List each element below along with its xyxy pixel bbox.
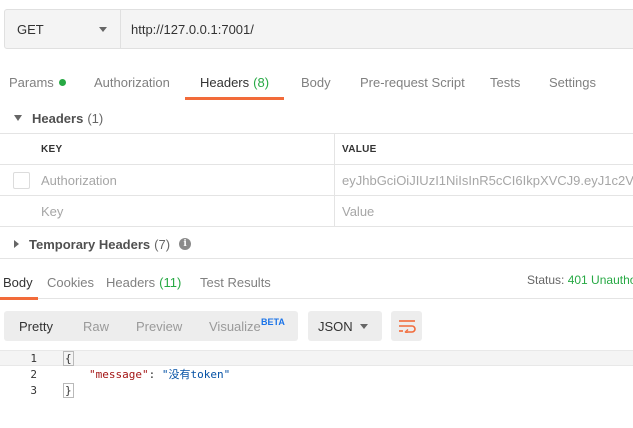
method-label: GET [17, 21, 44, 37]
key-column-header: KEY [33, 134, 335, 164]
status-badge: 401 Unautho [567, 273, 633, 287]
response-tab-cookies-label: Cookies [47, 275, 94, 290]
new-value-placeholder: Value [342, 203, 375, 219]
response-tab-headers-count: (11) [159, 275, 182, 290]
params-active-dot-icon [58, 78, 66, 86]
request-tabs: Params Authorization Headers (8) Body Pr… [0, 64, 633, 100]
code-line: 1 { [0, 350, 633, 366]
wrap-lines-button[interactable] [391, 311, 422, 341]
value-column-header: VALUE [335, 134, 633, 164]
new-key-placeholder: Key [41, 203, 64, 219]
response-tab-body[interactable]: Body [0, 266, 38, 300]
pretty-button[interactable]: Pretty [19, 319, 53, 334]
tab-headers-count: (8) [253, 74, 270, 90]
response-tab-test-results[interactable]: Test Results [200, 266, 271, 299]
response-tab-cookies[interactable]: Cookies [47, 266, 94, 299]
line-number: 3 [30, 383, 37, 397]
header-key-text: Authorization [41, 172, 117, 188]
json-value: "没有token" [161, 368, 231, 381]
key-column-label: KEY [41, 143, 63, 155]
beta-badge: BETA [261, 317, 285, 327]
preview-button[interactable]: Preview [136, 319, 182, 334]
code-text: { [37, 350, 74, 366]
tab-settings[interactable]: Settings [549, 64, 596, 100]
json-colon: : [148, 368, 162, 381]
tab-tests[interactable]: Tests [490, 64, 520, 100]
table-row: Authorization eyJhbGciOiJIUzI1NiIsInR5cC… [0, 165, 633, 196]
caret-right-icon [14, 240, 19, 248]
tab-authorization-label: Authorization [94, 74, 170, 90]
chevron-down-icon [99, 26, 107, 32]
line-number: 2 [30, 367, 37, 381]
response-tab-body-label: Body [3, 275, 33, 290]
response-status: Status: 401 Unautho [527, 273, 633, 287]
url-text: http://127.0.0.1:7001/ [131, 21, 254, 37]
wrap-lines-icon [398, 320, 416, 333]
json-key: "message" [89, 368, 149, 381]
open-brace: { [63, 350, 74, 366]
code-line: 2 "message": "没有token" [0, 366, 633, 382]
format-select[interactable]: JSON [308, 311, 382, 341]
headers-section-toggle[interactable]: Headers (1) [14, 108, 103, 128]
response-tab-headers[interactable]: Headers (11) [106, 266, 181, 299]
headers-section-title: Headers [32, 110, 84, 126]
tab-body[interactable]: Body [301, 64, 331, 100]
code-text: } [37, 382, 74, 398]
visualize-button[interactable]: Visualize BETA [209, 317, 285, 334]
temporary-headers-title: Temporary Headers [29, 236, 151, 252]
body-view-mode-group: Pretty Raw Preview Visualize BETA [4, 311, 298, 341]
temporary-headers-toggle[interactable]: Temporary Headers (7) i [14, 234, 192, 254]
headers-table: KEY VALUE Authorization eyJhbGciOiJIUzI1… [0, 133, 633, 227]
chevron-down-icon [360, 324, 368, 329]
response-tab-headers-label: Headers [106, 275, 156, 290]
method-select[interactable]: GET [4, 9, 121, 49]
tab-settings-label: Settings [549, 74, 596, 90]
table-row-new: Key Value [0, 196, 633, 227]
info-icon[interactable]: i [179, 238, 192, 250]
headers-section-count: (1) [87, 110, 104, 126]
tab-headers[interactable]: Headers (8) [184, 64, 285, 100]
row-checkbox[interactable] [13, 171, 30, 189]
tab-headers-label: Headers [200, 74, 250, 90]
status-label: Status: [527, 273, 565, 287]
tab-body-label: Body [301, 74, 331, 90]
section-divider [0, 258, 633, 259]
response-tab-test-results-label: Test Results [200, 275, 271, 290]
tab-authorization[interactable]: Authorization [94, 64, 170, 100]
header-value-cell[interactable]: eyJhbGciOiJIUzI1NiIsInR5cCI6IkpXVCJ9.eyJ… [335, 165, 633, 195]
raw-button[interactable]: Raw [83, 319, 109, 334]
temporary-headers-count: (7) [154, 236, 171, 252]
code-line: 3 } [0, 382, 633, 398]
code-text: "message": "没有token" [37, 366, 230, 382]
new-key-input[interactable]: Key [33, 196, 335, 226]
tab-prerequest-script[interactable]: Pre-request Script [360, 64, 465, 100]
header-value-text: eyJhbGciOiJIUzI1NiIsInR5cCI6IkpXVCJ9.eyJ… [342, 172, 633, 188]
new-value-input[interactable]: Value [335, 196, 633, 226]
line-number: 1 [30, 351, 37, 365]
format-select-label: JSON [318, 318, 353, 334]
close-brace: } [63, 382, 74, 398]
new-row-check-cell [0, 196, 33, 226]
tab-params[interactable]: Params [9, 64, 66, 100]
tab-prerequest-label: Pre-request Script [360, 74, 465, 90]
header-key-cell[interactable]: Authorization [33, 165, 335, 195]
url-input[interactable]: http://127.0.0.1:7001/ [121, 9, 633, 49]
value-column-label: VALUE [342, 143, 377, 155]
row-checkbox-cell [0, 165, 33, 195]
tab-params-label: Params [9, 74, 54, 90]
caret-down-icon [14, 115, 22, 121]
response-body-editor[interactable]: 1 { 2 "message": "没有token" 3 } [0, 350, 633, 398]
tab-tests-label: Tests [490, 74, 521, 90]
request-bar: GET http://127.0.0.1:7001/ [4, 9, 633, 49]
headers-table-header-row: KEY VALUE [0, 134, 633, 165]
header-check-column [0, 134, 33, 164]
visualize-label: Visualize [209, 319, 261, 334]
